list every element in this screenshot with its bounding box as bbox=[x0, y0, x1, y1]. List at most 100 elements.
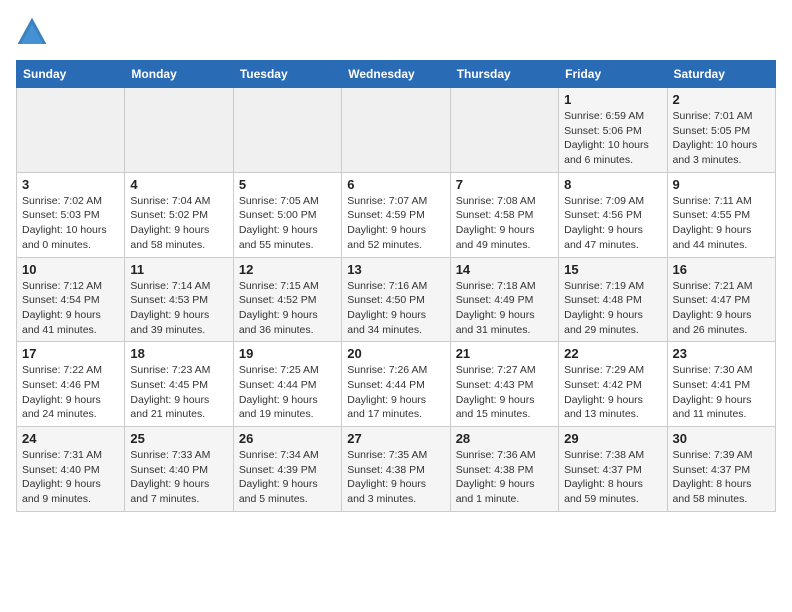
calendar-cell: 28 Sunrise: 7:36 AM Sunset: 4:38 PM Dayli… bbox=[450, 427, 558, 512]
calendar-week-row: 1 Sunrise: 6:59 AM Sunset: 5:06 PM Daylig… bbox=[17, 88, 776, 173]
calendar-cell: 10 Sunrise: 7:12 AM Sunset: 4:54 PM Dayli… bbox=[17, 257, 125, 342]
day-number: 18 bbox=[130, 346, 227, 361]
day-number: 14 bbox=[456, 262, 553, 277]
calendar-week-row: 24 Sunrise: 7:31 AM Sunset: 4:40 PM Dayli… bbox=[17, 427, 776, 512]
day-number: 7 bbox=[456, 177, 553, 192]
day-number: 11 bbox=[130, 262, 227, 277]
day-info: Sunrise: 7:34 AM Sunset: 4:39 PM Dayligh… bbox=[239, 448, 336, 507]
calendar-cell: 14 Sunrise: 7:18 AM Sunset: 4:49 PM Dayli… bbox=[450, 257, 558, 342]
day-info: Sunrise: 7:07 AM Sunset: 4:59 PM Dayligh… bbox=[347, 194, 444, 253]
day-info: Sunrise: 7:35 AM Sunset: 4:38 PM Dayligh… bbox=[347, 448, 444, 507]
day-info: Sunrise: 7:12 AM Sunset: 4:54 PM Dayligh… bbox=[22, 279, 119, 338]
calendar-week-row: 10 Sunrise: 7:12 AM Sunset: 4:54 PM Dayli… bbox=[17, 257, 776, 342]
calendar-cell: 22 Sunrise: 7:29 AM Sunset: 4:42 PM Dayli… bbox=[559, 342, 667, 427]
calendar-table: SundayMondayTuesdayWednesdayThursdayFrid… bbox=[16, 60, 776, 512]
calendar-cell: 23 Sunrise: 7:30 AM Sunset: 4:41 PM Dayli… bbox=[667, 342, 775, 427]
day-info: Sunrise: 7:23 AM Sunset: 4:45 PM Dayligh… bbox=[130, 363, 227, 422]
weekday-header: Wednesday bbox=[342, 61, 450, 88]
calendar-cell: 30 Sunrise: 7:39 AM Sunset: 4:37 PM Dayli… bbox=[667, 427, 775, 512]
day-info: Sunrise: 7:11 AM Sunset: 4:55 PM Dayligh… bbox=[673, 194, 770, 253]
calendar-cell bbox=[342, 88, 450, 173]
calendar-cell: 25 Sunrise: 7:33 AM Sunset: 4:40 PM Dayli… bbox=[125, 427, 233, 512]
calendar-cell: 16 Sunrise: 7:21 AM Sunset: 4:47 PM Dayli… bbox=[667, 257, 775, 342]
day-info: Sunrise: 7:08 AM Sunset: 4:58 PM Dayligh… bbox=[456, 194, 553, 253]
day-number: 13 bbox=[347, 262, 444, 277]
day-number: 6 bbox=[347, 177, 444, 192]
day-number: 28 bbox=[456, 431, 553, 446]
day-info: Sunrise: 7:18 AM Sunset: 4:49 PM Dayligh… bbox=[456, 279, 553, 338]
day-info: Sunrise: 7:04 AM Sunset: 5:02 PM Dayligh… bbox=[130, 194, 227, 253]
day-number: 15 bbox=[564, 262, 661, 277]
calendar-cell: 5 Sunrise: 7:05 AM Sunset: 5:00 PM Daylig… bbox=[233, 172, 341, 257]
calendar-cell: 11Sunrise: 7:14 AM Sunset: 4:53 PM Dayli… bbox=[125, 257, 233, 342]
logo-icon bbox=[16, 16, 48, 48]
weekday-header: Saturday bbox=[667, 61, 775, 88]
calendar-week-row: 3 Sunrise: 7:02 AM Sunset: 5:03 PM Daylig… bbox=[17, 172, 776, 257]
day-number: 2 bbox=[673, 92, 770, 107]
calendar-cell: 9 Sunrise: 7:11 AM Sunset: 4:55 PM Daylig… bbox=[667, 172, 775, 257]
day-info: Sunrise: 7:02 AM Sunset: 5:03 PM Dayligh… bbox=[22, 194, 119, 253]
day-number: 26 bbox=[239, 431, 336, 446]
logo bbox=[16, 16, 52, 48]
calendar-cell: 27Sunrise: 7:35 AM Sunset: 4:38 PM Dayli… bbox=[342, 427, 450, 512]
day-info: Sunrise: 7:26 AM Sunset: 4:44 PM Dayligh… bbox=[347, 363, 444, 422]
calendar-cell: 2 Sunrise: 7:01 AM Sunset: 5:05 PM Daylig… bbox=[667, 88, 775, 173]
day-info: Sunrise: 7:01 AM Sunset: 5:05 PM Dayligh… bbox=[673, 109, 770, 168]
weekday-header: Monday bbox=[125, 61, 233, 88]
calendar-cell: 24 Sunrise: 7:31 AM Sunset: 4:40 PM Dayli… bbox=[17, 427, 125, 512]
calendar-cell: 8 Sunrise: 7:09 AM Sunset: 4:56 PM Daylig… bbox=[559, 172, 667, 257]
day-number: 22 bbox=[564, 346, 661, 361]
calendar-cell: 29Sunrise: 7:38 AM Sunset: 4:37 PM Dayli… bbox=[559, 427, 667, 512]
day-number: 24 bbox=[22, 431, 119, 446]
day-info: Sunrise: 7:36 AM Sunset: 4:38 PM Dayligh… bbox=[456, 448, 553, 507]
day-number: 8 bbox=[564, 177, 661, 192]
day-number: 3 bbox=[22, 177, 119, 192]
calendar-cell: 18 Sunrise: 7:23 AM Sunset: 4:45 PM Dayli… bbox=[125, 342, 233, 427]
calendar-cell: 1 Sunrise: 6:59 AM Sunset: 5:06 PM Daylig… bbox=[559, 88, 667, 173]
day-number: 23 bbox=[673, 346, 770, 361]
calendar-cell: 20Sunrise: 7:26 AM Sunset: 4:44 PM Dayli… bbox=[342, 342, 450, 427]
calendar-header-row: SundayMondayTuesdayWednesdayThursdayFrid… bbox=[17, 61, 776, 88]
calendar-cell bbox=[233, 88, 341, 173]
day-info: Sunrise: 7:16 AM Sunset: 4:50 PM Dayligh… bbox=[347, 279, 444, 338]
day-info: Sunrise: 7:21 AM Sunset: 4:47 PM Dayligh… bbox=[673, 279, 770, 338]
calendar-cell: 26 Sunrise: 7:34 AM Sunset: 4:39 PM Dayli… bbox=[233, 427, 341, 512]
day-info: Sunrise: 7:09 AM Sunset: 4:56 PM Dayligh… bbox=[564, 194, 661, 253]
calendar-cell bbox=[125, 88, 233, 173]
calendar-cell bbox=[17, 88, 125, 173]
day-info: Sunrise: 7:30 AM Sunset: 4:41 PM Dayligh… bbox=[673, 363, 770, 422]
day-info: Sunrise: 7:05 AM Sunset: 5:00 PM Dayligh… bbox=[239, 194, 336, 253]
day-info: Sunrise: 6:59 AM Sunset: 5:06 PM Dayligh… bbox=[564, 109, 661, 168]
day-number: 16 bbox=[673, 262, 770, 277]
day-info: Sunrise: 7:15 AM Sunset: 4:52 PM Dayligh… bbox=[239, 279, 336, 338]
day-info: Sunrise: 7:25 AM Sunset: 4:44 PM Dayligh… bbox=[239, 363, 336, 422]
day-info: Sunrise: 7:38 AM Sunset: 4:37 PM Dayligh… bbox=[564, 448, 661, 507]
day-number: 9 bbox=[673, 177, 770, 192]
calendar-cell: 7 Sunrise: 7:08 AM Sunset: 4:58 PM Daylig… bbox=[450, 172, 558, 257]
weekday-header: Friday bbox=[559, 61, 667, 88]
page-header bbox=[16, 16, 776, 48]
calendar-cell: 21Sunrise: 7:27 AM Sunset: 4:43 PM Dayli… bbox=[450, 342, 558, 427]
calendar-cell: 12 Sunrise: 7:15 AM Sunset: 4:52 PM Dayli… bbox=[233, 257, 341, 342]
calendar-cell: 13 Sunrise: 7:16 AM Sunset: 4:50 PM Dayli… bbox=[342, 257, 450, 342]
day-number: 10 bbox=[22, 262, 119, 277]
weekday-header: Sunday bbox=[17, 61, 125, 88]
day-number: 4 bbox=[130, 177, 227, 192]
day-number: 5 bbox=[239, 177, 336, 192]
calendar-cell: 17Sunrise: 7:22 AM Sunset: 4:46 PM Dayli… bbox=[17, 342, 125, 427]
day-number: 25 bbox=[130, 431, 227, 446]
day-number: 12 bbox=[239, 262, 336, 277]
calendar-cell: 6 Sunrise: 7:07 AM Sunset: 4:59 PM Daylig… bbox=[342, 172, 450, 257]
day-info: Sunrise: 7:33 AM Sunset: 4:40 PM Dayligh… bbox=[130, 448, 227, 507]
day-info: Sunrise: 7:31 AM Sunset: 4:40 PM Dayligh… bbox=[22, 448, 119, 507]
day-info: Sunrise: 7:39 AM Sunset: 4:37 PM Dayligh… bbox=[673, 448, 770, 507]
day-number: 30 bbox=[673, 431, 770, 446]
calendar-cell: 19 Sunrise: 7:25 AM Sunset: 4:44 PM Dayli… bbox=[233, 342, 341, 427]
day-info: Sunrise: 7:29 AM Sunset: 4:42 PM Dayligh… bbox=[564, 363, 661, 422]
weekday-header: Tuesday bbox=[233, 61, 341, 88]
day-number: 1 bbox=[564, 92, 661, 107]
calendar-cell: 4 Sunrise: 7:04 AM Sunset: 5:02 PM Daylig… bbox=[125, 172, 233, 257]
day-info: Sunrise: 7:19 AM Sunset: 4:48 PM Dayligh… bbox=[564, 279, 661, 338]
calendar-week-row: 17Sunrise: 7:22 AM Sunset: 4:46 PM Dayli… bbox=[17, 342, 776, 427]
day-number: 19 bbox=[239, 346, 336, 361]
